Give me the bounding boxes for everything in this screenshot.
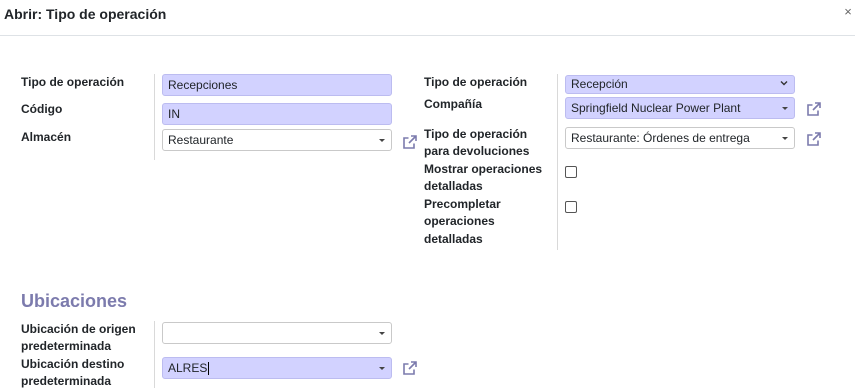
- ubicaciones-separator: [154, 321, 155, 388]
- right-tipo-operacion-value: Recepción: [571, 77, 628, 91]
- ubicaciones-section-title: Ubicaciones: [21, 291, 128, 311]
- precompletar-label-line2: operaciones: [424, 214, 495, 228]
- mostrar-label-line2: detalladas: [424, 179, 483, 193]
- tipo-operacion-label: Tipo de operación: [21, 75, 125, 89]
- chevron-down-icon: [780, 81, 788, 86]
- almacen-select[interactable]: Restaurante: [162, 129, 392, 151]
- devoluciones-label-line1: Tipo de operación: [424, 127, 528, 141]
- caret-down-icon: [379, 332, 385, 335]
- origen-label-line2: predeterminada: [21, 339, 112, 353]
- caret-down-icon: [782, 137, 788, 140]
- codigo-input[interactable]: IN: [162, 103, 392, 125]
- devoluciones-label-line2: para devoluciones: [424, 144, 530, 158]
- destino-select[interactable]: ALRES: [162, 357, 392, 379]
- codigo-value: IN: [168, 107, 180, 121]
- caret-down-icon: [379, 139, 385, 142]
- dialog-header: Abrir: Tipo de operación ×: [0, 0, 855, 36]
- column-separator: [154, 74, 155, 160]
- right-tipo-operacion-select[interactable]: Recepción: [565, 75, 795, 94]
- mostrar-label-line1: Mostrar operaciones: [424, 162, 543, 176]
- precompletar-label-line3: detalladas: [424, 232, 483, 246]
- external-link-icon[interactable]: [805, 130, 823, 148]
- almacen-value: Restaurante: [168, 133, 234, 147]
- mostrar-operaciones-checkbox[interactable]: [565, 166, 577, 178]
- compania-value: Springfield Nuclear Power Plant: [571, 101, 741, 115]
- caret-down-icon: [379, 367, 385, 370]
- tipo-operacion-input[interactable]: Recepciones: [162, 74, 392, 96]
- external-link-icon[interactable]: [401, 133, 419, 151]
- destino-label-line2: predeterminada: [21, 374, 112, 388]
- compania-label: Compañía: [424, 97, 483, 111]
- destino-value: ALRES: [168, 361, 208, 375]
- codigo-label: Código: [21, 102, 63, 116]
- destino-label-line1: Ubicación destino: [21, 357, 125, 371]
- external-link-icon[interactable]: [805, 100, 823, 118]
- text-cursor: [208, 362, 210, 376]
- origen-select[interactable]: [162, 322, 392, 344]
- right-tipo-operacion-label: Tipo de operación: [424, 75, 528, 89]
- devoluciones-value: Restaurante: Órdenes de entrega: [571, 131, 750, 145]
- tipo-operacion-value: Recepciones: [168, 78, 238, 92]
- precompletar-label-line1: Precompletar: [424, 197, 501, 211]
- right-column-separator: [557, 74, 558, 250]
- devoluciones-select[interactable]: Restaurante: Órdenes de entrega: [565, 127, 795, 149]
- caret-down-icon: [782, 107, 788, 110]
- dialog-title: Abrir: Tipo de operación: [4, 6, 167, 22]
- origen-label-line1: Ubicación de origen: [21, 322, 136, 336]
- external-link-icon[interactable]: [401, 359, 419, 377]
- close-icon[interactable]: ×: [841, 5, 855, 19]
- compania-select[interactable]: Springfield Nuclear Power Plant: [565, 97, 795, 119]
- precompletar-operaciones-checkbox[interactable]: [565, 201, 577, 213]
- almacen-label: Almacén: [21, 130, 72, 144]
